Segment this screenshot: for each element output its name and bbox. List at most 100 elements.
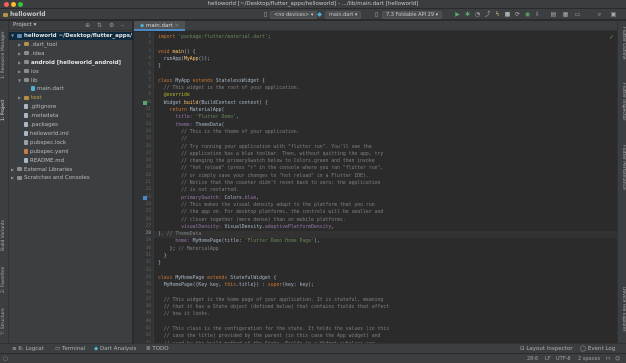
profile-icon[interactable]: ◔: [474, 11, 481, 18]
tree-item[interactable]: .metadata: [9, 112, 133, 120]
tree-item[interactable]: main.dart: [9, 85, 133, 93]
terminal-tab[interactable]: ▭ Terminal: [55, 345, 85, 353]
attach-icon[interactable]: ⤴: [484, 11, 491, 18]
sync-icon[interactable]: ⟳: [514, 11, 521, 18]
locate-icon[interactable]: ⊕: [85, 22, 90, 29]
line-number: 39: [145, 311, 151, 317]
run-config-selector[interactable]: main.dart ▾: [325, 11, 362, 19]
caret-position[interactable]: 28:6: [527, 355, 538, 363]
todo-tab[interactable]: ≣ TODO: [146, 345, 169, 353]
project-view-selector[interactable]: Project ▾: [13, 22, 36, 28]
emulator-selector[interactable]: 7.3 Foldable API 29 ▾: [382, 11, 443, 19]
resource-manager-tab[interactable]: 1: Resource Manager: [1, 31, 6, 79]
collapse-icon[interactable]: ⇅: [97, 22, 102, 29]
project-breadcrumb[interactable]: helloworld: [3, 11, 46, 18]
code-token: }: [158, 64, 161, 70]
code-token: // This is the theme of your application…: [158, 129, 300, 135]
devices-icon[interactable]: ▭: [574, 11, 581, 18]
close-tab-icon[interactable]: ×: [175, 23, 180, 29]
tab-main-dart[interactable]: ◆ main.dart ×: [134, 21, 186, 31]
line-number: 1: [148, 34, 151, 39]
code-line: runApp(MyApp());: [158, 56, 210, 63]
code-line: return MaterialApp(: [158, 107, 225, 114]
tree-item[interactable]: ▼ lib: [9, 77, 133, 85]
settings-icon[interactable]: ▣: [610, 11, 617, 18]
tree-item[interactable]: .gitignore: [9, 103, 133, 111]
tree-item-label: .dart_tool: [31, 41, 58, 48]
event-log-label: Event Log: [587, 346, 616, 352]
lock-icon[interactable]: ⊓: [606, 355, 610, 363]
dart-analysis-tab[interactable]: ◆ Dart Analysis: [94, 345, 136, 353]
search-icon[interactable]: ⌕: [596, 11, 603, 18]
flutter-inspector-tab[interactable]: Flutter Inspector: [621, 83, 626, 120]
tree-item[interactable]: ▶ test: [9, 94, 133, 102]
build-variants-tab[interactable]: Build Variants: [1, 220, 6, 251]
layout-inspector-tab[interactable]: ⊡ Layout Inspector: [520, 345, 572, 353]
debug-icon[interactable]: ✱: [464, 11, 471, 18]
folder-icon: [24, 42, 29, 47]
tree-item[interactable]: helloworld.iml: [9, 130, 133, 138]
editor-tab-bar: ◆ main.dart ×: [134, 21, 617, 31]
tree-item[interactable]: ▼ helloworld ~/Desktop/flutter_apps/: [9, 32, 133, 40]
tree-item[interactable]: ▶ Scratches and Consoles: [9, 174, 133, 182]
indent-setting[interactable]: 2 spaces: [578, 355, 600, 363]
tree-item[interactable]: pubspec.lock: [9, 139, 133, 147]
run-config-label: main.dart: [329, 12, 354, 18]
code-token: Widget: [158, 100, 184, 106]
code-line: Widget build(BuildContext context) {: [158, 100, 268, 107]
toggle-tool-windows-icon[interactable]: ▢: [3, 355, 8, 363]
line-number: 7: [148, 77, 151, 83]
code-token: class: [158, 275, 176, 281]
code-token: }: [158, 261, 161, 267]
tree-item[interactable]: ▶ .dart_tool: [9, 41, 133, 49]
line-number: 21: [145, 180, 151, 185]
tree-item[interactable]: ▶ android [helloworld_android]: [9, 59, 133, 67]
tree-item[interactable]: pubspec.yaml: [9, 148, 133, 156]
event-log-tab[interactable]: ◯ Event Log: [580, 345, 615, 353]
project-tab[interactable]: 1: Project: [1, 100, 6, 121]
project-structure-icon[interactable]: ▤: [550, 11, 557, 18]
code-token: runApp(: [158, 56, 184, 62]
gear-icon[interactable]: ⚙: [109, 22, 114, 29]
code-token: build: [184, 100, 199, 106]
avd-manager-icon[interactable]: ◉: [524, 11, 531, 18]
layout-icon[interactable]: ▦: [562, 11, 569, 18]
code-line: // or simply save your changes to "hot r…: [158, 173, 369, 180]
widget-marker-icon[interactable]: [143, 101, 147, 106]
code-token: // changing the primarySwatch below to C…: [158, 159, 375, 165]
code-line: // application has a blue toolbar. Then,…: [158, 151, 383, 158]
hide-icon[interactable]: –: [121, 22, 124, 29]
device-file-explorer-tab[interactable]: Device File Explorer: [621, 287, 626, 332]
code-editor[interactable]: 1 2 3 4 5 6 7 8 9 10 11 12 13 14 15 16 17 18 19 20 21 22 23 24 2…: [134, 32, 617, 354]
code-line: // changing the primarySwatch below to C…: [158, 158, 375, 165]
code-token: ThemeData(: [195, 122, 225, 128]
run-icon[interactable]: ▶: [454, 11, 461, 18]
favorites-tab[interactable]: 2: Favorites: [1, 267, 6, 293]
logcat-tab[interactable]: ≡ 6: Logcat: [12, 345, 44, 353]
file-encoding[interactable]: UTF-8: [556, 355, 571, 363]
code-token: title:: [158, 115, 196, 121]
structure-tab[interactable]: 7: Structure: [1, 308, 6, 335]
tree-item[interactable]: ▶ ios: [9, 68, 133, 76]
sdk-manager-icon[interactable]: ⇩: [534, 11, 541, 18]
color-swatch-icon[interactable]: [143, 196, 147, 201]
tree-item[interactable]: README.md: [9, 157, 133, 165]
stop-icon[interactable]: ■: [504, 11, 511, 18]
tree-item[interactable]: ▶ .idea: [9, 50, 133, 58]
folder-icon: [24, 78, 29, 82]
flutter-outline-tab[interactable]: Flutter Outline: [621, 27, 626, 60]
code-token: (key: key);: [282, 283, 315, 289]
hot-reload-icon[interactable]: ϟ: [494, 11, 501, 18]
flutter-performance-tab[interactable]: Flutter Performance: [621, 145, 626, 190]
code-token: .title}) :: [236, 283, 268, 289]
tree-item[interactable]: .packages: [9, 121, 133, 129]
device-selector[interactable]: <no devices> ▾: [270, 11, 318, 19]
inspector-icon[interactable]: ☺: [615, 355, 620, 363]
code-token: // case the title) provided by the paren…: [158, 334, 381, 340]
line-separator[interactable]: LF: [545, 355, 551, 363]
tree-item[interactable]: ▶ External Libraries: [9, 166, 133, 174]
line-number: 13: [145, 121, 151, 127]
code-token: StatelessWidget {: [215, 78, 265, 84]
code-token: theme:: [158, 122, 196, 128]
code-token: ());: [198, 56, 211, 62]
